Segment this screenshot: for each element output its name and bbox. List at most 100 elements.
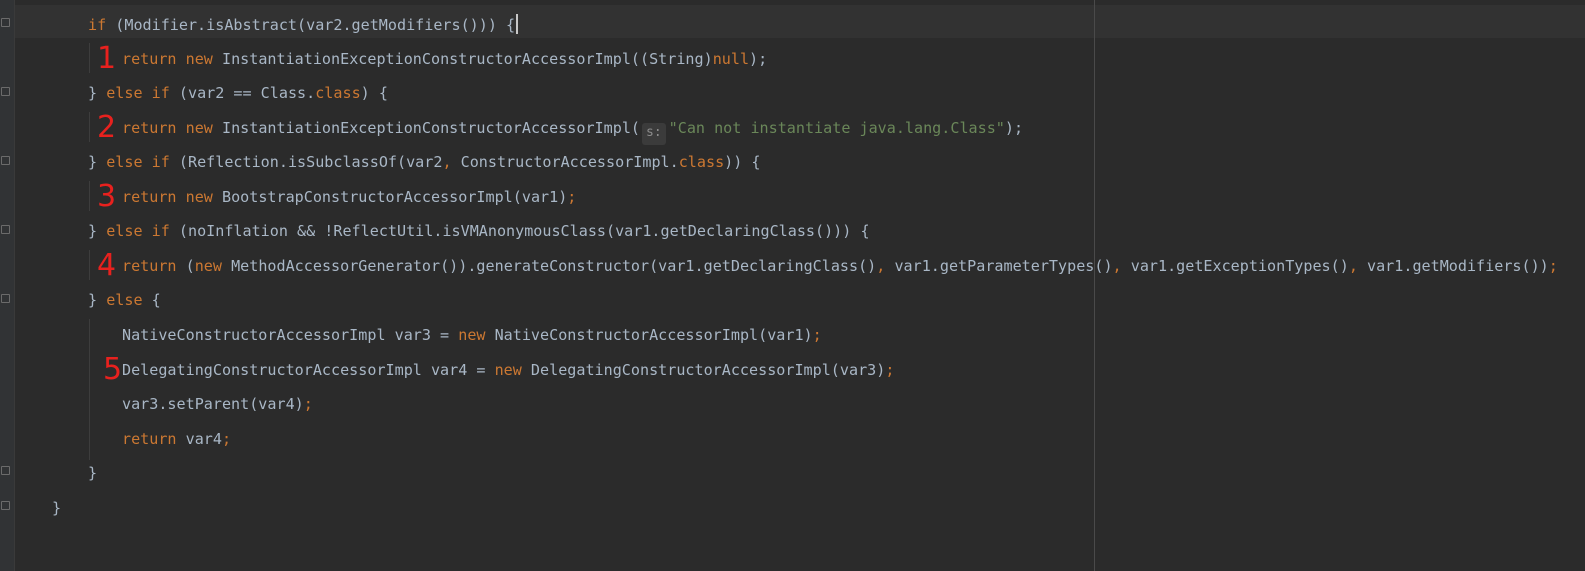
keyword: new [185, 119, 213, 137]
keyword: new [185, 188, 213, 206]
code-line-11[interactable]: DelegatingConstructorAccessorImpl var4 =… [122, 360, 894, 380]
code-text: DelegatingConstructorAccessorImpl(var3) [521, 361, 886, 379]
semicolon: ; [303, 395, 313, 413]
keyword: new [194, 257, 222, 275]
code-text: (noInflation && !ReflectUtil.isVMAnonymo… [169, 222, 870, 240]
closing-brace: } [88, 464, 98, 482]
code-line-9[interactable]: } else { [88, 290, 161, 310]
keyword: else if [106, 222, 170, 240]
code-line-10[interactable]: NativeConstructorAccessorImpl var3 = new… [122, 325, 822, 345]
keyword: new [458, 326, 486, 344]
code-text: ); [1004, 119, 1024, 137]
indent-guide [89, 319, 90, 460]
code-text: DelegatingConstructorAccessorImpl var4 = [122, 361, 495, 379]
fold-marker-icon[interactable] [1, 87, 10, 96]
indent-guide [89, 250, 90, 280]
annotation-number-4: 4 [97, 248, 117, 283]
semicolon: ; [1548, 257, 1558, 275]
keyword: return [122, 257, 177, 275]
code-text: var1.getParameterTypes() [885, 257, 1113, 275]
code-line-4[interactable]: return new InstantiationExceptionConstru… [122, 118, 1024, 145]
fold-marker-icon[interactable] [1, 156, 10, 165]
code-text: var1.getExceptionTypes() [1121, 257, 1349, 275]
code-text: (var2 == Class. [169, 84, 316, 102]
keyword: return [122, 50, 177, 68]
code-text: ConstructorAccessorImpl. [451, 153, 679, 171]
comma: , [876, 257, 886, 275]
keyword: return [122, 430, 177, 448]
code-text: } [88, 84, 107, 102]
semicolon: ; [567, 188, 577, 206]
editor-gutter [0, 0, 15, 571]
fold-marker-icon[interactable] [1, 501, 10, 510]
keyword: null [712, 50, 750, 68]
string-literal: "Can not instantiate java.lang.Class" [668, 119, 1005, 137]
code-line-5[interactable]: } else if (Reflection.isSubclassOf(var2,… [88, 152, 761, 172]
text-caret [516, 14, 519, 34]
code-line-3[interactable]: } else if (var2 == Class.class) { [88, 83, 388, 103]
fold-marker-icon[interactable] [1, 466, 10, 475]
keyword: else if [106, 84, 170, 102]
code-text: MethodAccessorGenerator()).generateConst… [221, 257, 877, 275]
keyword: class [315, 84, 361, 102]
comma: , [1112, 257, 1122, 275]
code-text: NativeConstructorAccessorImpl(var1) [485, 326, 813, 344]
annotation-number-2: 2 [97, 110, 117, 145]
code-text: } [88, 222, 107, 240]
fold-marker-icon[interactable] [1, 294, 10, 303]
code-line-14[interactable]: } [88, 463, 97, 483]
code-line-15[interactable]: } [52, 498, 61, 518]
semicolon: ; [812, 326, 822, 344]
semicolon: ; [221, 430, 232, 448]
comma: , [442, 153, 452, 171]
annotation-number-3: 3 [97, 179, 117, 214]
code-text: } [88, 153, 107, 171]
keyword: return [122, 188, 177, 206]
keyword: class [678, 153, 725, 171]
code-text: NativeConstructorAccessorImpl var3 = [122, 326, 459, 344]
code-text: BootstrapConstructorAccessorImpl(var1) [212, 188, 568, 206]
code-line-2[interactable]: return new InstantiationExceptionConstru… [122, 49, 767, 69]
code-line-13[interactable]: return var4; [122, 429, 231, 449]
keyword: else [106, 291, 143, 309]
fold-marker-icon[interactable] [1, 18, 10, 27]
keyword: return [122, 119, 177, 137]
code-line-7[interactable]: } else if (noInflation && !ReflectUtil.i… [88, 221, 870, 241]
code-editor[interactable]: if (Modifier.isAbstract(var2.getModifier… [0, 0, 1585, 571]
keyword: new [494, 361, 522, 379]
code-text: ( [176, 257, 195, 275]
code-text: InstantiationExceptionConstructorAccesso… [212, 119, 640, 137]
keyword: if [88, 16, 107, 34]
code-text: var1.getModifiers()) [1357, 257, 1549, 275]
code-text: (Reflection.isSubclassOf(var2 [169, 153, 443, 171]
code-text: var4 [176, 430, 222, 448]
code-text: { [142, 291, 161, 309]
keyword: new [185, 50, 213, 68]
code-text: } [88, 291, 107, 309]
indent-guide [89, 181, 90, 211]
fold-marker-icon[interactable] [1, 225, 10, 234]
annotation-number-1: 1 [97, 41, 117, 76]
parameter-hint: s: [642, 123, 666, 145]
semicolon: ; [885, 361, 895, 379]
code-text: ); [749, 50, 768, 68]
closing-brace: } [52, 499, 62, 517]
code-text: InstantiationExceptionConstructorAccesso… [212, 50, 713, 68]
indent-guide [89, 112, 90, 142]
code-text: (Modifier.isAbstract(var2.getModifiers()… [106, 16, 516, 34]
code-line-8[interactable]: return (new MethodAccessorGenerator()).g… [122, 256, 1558, 276]
code-line-12[interactable]: var3.setParent(var4); [122, 394, 313, 414]
keyword: else if [106, 153, 170, 171]
code-text: )) { [724, 153, 761, 171]
annotation-number-5: 5 [103, 352, 123, 387]
comma: , [1348, 257, 1358, 275]
code-line-1[interactable]: if (Modifier.isAbstract(var2.getModifier… [88, 14, 519, 34]
indent-guide [89, 43, 90, 73]
code-text: ) { [360, 84, 388, 102]
right-margin-guide [1094, 0, 1095, 571]
code-text: var3.setParent(var4) [122, 395, 304, 413]
code-line-6[interactable]: return new BootstrapConstructorAccessorI… [122, 187, 576, 207]
